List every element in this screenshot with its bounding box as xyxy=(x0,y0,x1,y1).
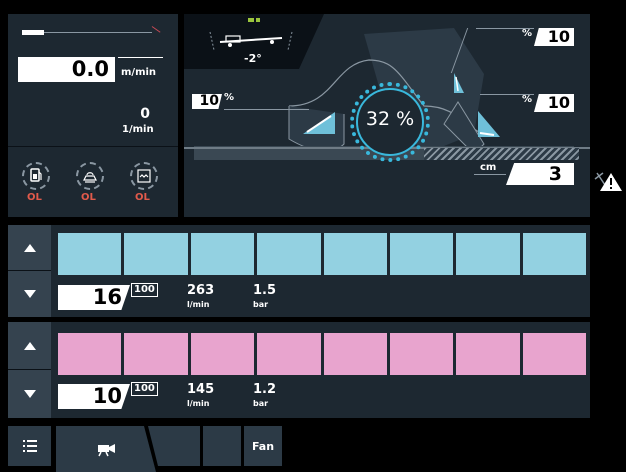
rotor-percent: 32 % xyxy=(365,108,415,130)
level-segment xyxy=(257,233,321,275)
conveyor-1-pressure-unit: bar xyxy=(253,300,269,309)
tank-gauge-label: OL xyxy=(135,192,150,203)
right-bottom-percent-unit: % xyxy=(522,94,533,105)
speed-track-line xyxy=(44,32,152,33)
arrow-down-icon xyxy=(23,390,36,398)
fan-tab[interactable]: Fan xyxy=(244,426,282,466)
speed-value: 0.0 xyxy=(18,57,115,82)
conveyor-2-down-button[interactable] xyxy=(8,370,51,418)
arrow-up-icon xyxy=(23,341,36,350)
conveyor-2-level-bar[interactable] xyxy=(58,333,586,375)
right-blade-icon xyxy=(478,111,500,137)
warning-triangle-icon[interactable] xyxy=(593,169,623,193)
level-segment xyxy=(323,233,387,275)
level-segment xyxy=(190,233,255,275)
conveyor-1-flow: 263 xyxy=(187,283,215,298)
camera-icon xyxy=(98,444,115,457)
auger-panel: -2° 32 % 10 % % 10 % 10 cm 3 xyxy=(184,14,590,217)
conveyor-1-max: 100 xyxy=(131,283,158,297)
right-top-percent-unit: % xyxy=(522,28,533,39)
arrow-up-icon xyxy=(23,243,36,252)
speed-indicator-bar xyxy=(22,30,44,35)
level-segment xyxy=(58,233,122,275)
level-segment xyxy=(124,333,188,375)
ground-hatch xyxy=(424,148,579,160)
left-blade-percent[interactable]: 10 xyxy=(192,94,222,109)
arrow-down-icon xyxy=(23,290,36,298)
conveyor-2-flow: 145 xyxy=(187,382,215,397)
conveyor-1-value[interactable]: 16 xyxy=(58,285,130,310)
conveyor-2-max: 100 xyxy=(131,382,158,396)
menu-tab[interactable] xyxy=(8,426,51,466)
level-segment xyxy=(389,233,454,275)
conveyor-2-pressure: 1.2 xyxy=(253,382,277,397)
speed-track-end xyxy=(151,26,161,33)
list-menu-icon xyxy=(22,440,37,452)
conveyor-1-level-bar[interactable] xyxy=(58,233,586,275)
blank-tab-2[interactable] xyxy=(203,426,241,466)
fluid-gauge-label: OL xyxy=(81,192,96,203)
fluid-level-icon xyxy=(83,172,97,183)
level-segment xyxy=(323,333,387,375)
right-top-leader xyxy=(476,28,534,29)
conveyor-1-pressure: 1.5 xyxy=(253,283,277,298)
conveyor-1-down-button[interactable] xyxy=(8,271,51,317)
level-segment xyxy=(456,333,520,375)
level-segment xyxy=(522,333,586,375)
conveyor-2-pressure-unit: bar xyxy=(253,399,269,408)
top-blade-icon xyxy=(454,73,464,93)
level-segment xyxy=(58,333,122,375)
left-blade-icon xyxy=(303,112,335,134)
tank-level-icon xyxy=(137,169,151,183)
level-segment xyxy=(190,333,255,375)
level-segment xyxy=(456,233,520,275)
right-bottom-leader xyxy=(480,94,534,95)
height-leader xyxy=(474,174,506,175)
level-segment xyxy=(124,233,188,275)
fuel-gauge-label: OL xyxy=(27,192,42,203)
right-bottom-blade-percent[interactable]: 10 xyxy=(534,94,574,112)
left-blade-percent-unit: % xyxy=(224,92,235,103)
speed-unit: m/min xyxy=(121,67,157,78)
conveyor-1-flow-unit: l/min xyxy=(187,300,210,309)
blank-tab-1[interactable] xyxy=(148,426,200,466)
right-top-blade-percent[interactable]: 10 xyxy=(534,28,574,46)
speed-panel: 0.0 m/min 0 1/min OL OL OL xyxy=(8,14,178,217)
level-segment xyxy=(389,333,454,375)
conveyor-2-up-button[interactable] xyxy=(8,322,51,370)
left-blade-leader xyxy=(224,109,309,110)
rpm-unit: 1/min xyxy=(122,124,154,135)
conveyor-1-up-button[interactable] xyxy=(8,225,51,271)
level-segment xyxy=(522,233,586,275)
gauges-divider xyxy=(8,146,178,147)
conveyor-2-flow-unit: l/min xyxy=(187,399,210,408)
camera-tab[interactable] xyxy=(56,426,156,472)
height-value[interactable]: 3 xyxy=(506,163,574,185)
conveyor-2-value[interactable]: 10 xyxy=(58,384,130,409)
speed-unit-bracket xyxy=(118,57,163,58)
fuel-level-icon xyxy=(30,168,42,182)
level-segment xyxy=(257,333,321,375)
height-unit: cm xyxy=(480,162,497,173)
rpm-value: 0 xyxy=(140,106,150,122)
